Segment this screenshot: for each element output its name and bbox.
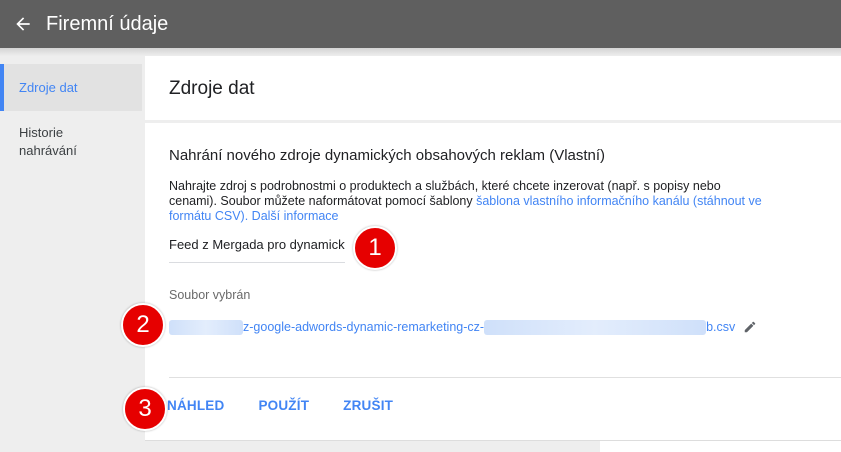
annotation-badge-2: 2 <box>121 303 165 347</box>
pencil-icon <box>745 321 756 333</box>
file-link[interactable]: z-google-adwords-dynamic-remarketing-cz-… <box>169 317 759 337</box>
file-selected-label: Soubor vybrán <box>169 288 251 302</box>
redacted-filename-part <box>484 319 707 335</box>
back-button[interactable] <box>0 0 46 48</box>
annotation-badge-1: 1 <box>353 226 397 270</box>
sidebar-item-data-sources[interactable]: Zdroje dat <box>0 64 142 111</box>
main-header: Zdroje dat <box>145 56 841 120</box>
sidebar: Zdroje dat Historie nahrávání <box>0 56 142 452</box>
file-name-end: b.csv <box>706 320 736 334</box>
feed-name-input[interactable]: Feed z Mergada pro dynamický <box>169 237 345 263</box>
sidebar-item-upload-history[interactable]: Historie nahrávání <box>0 124 120 160</box>
cancel-button[interactable]: ZRUŠIT <box>343 398 393 413</box>
arrow-back-icon <box>16 17 30 31</box>
page-title: Zdroje dat <box>169 78 255 99</box>
divider <box>169 377 841 378</box>
top-app-bar: Firemní údaje <box>0 0 841 48</box>
more-info-link[interactable]: Další informace <box>252 209 339 223</box>
upload-card: Nahrání nového zdroje dynamických obsaho… <box>145 123 841 441</box>
preview-button[interactable]: NÁHLED <box>167 398 224 413</box>
file-name-middle: z-google-adwords-dynamic-remarketing-cz- <box>243 320 485 334</box>
app-title: Firemní údaje <box>46 12 169 35</box>
apply-button[interactable]: POUŽÍT <box>258 398 309 413</box>
redacted-filename-part <box>169 319 243 335</box>
card-title: Nahrání nového zdroje dynamických obsaho… <box>169 147 606 164</box>
edit-file-button[interactable] <box>743 320 757 334</box>
page-bottom-edge <box>600 441 841 452</box>
header-shadow <box>0 48 841 56</box>
action-bar: NÁHLED POUŽÍT ZRUŠIT <box>167 398 427 413</box>
card-description: Nahrajte zdroj s podrobnostmi o produkte… <box>169 179 769 224</box>
annotation-badge-3: 3 <box>123 387 167 431</box>
